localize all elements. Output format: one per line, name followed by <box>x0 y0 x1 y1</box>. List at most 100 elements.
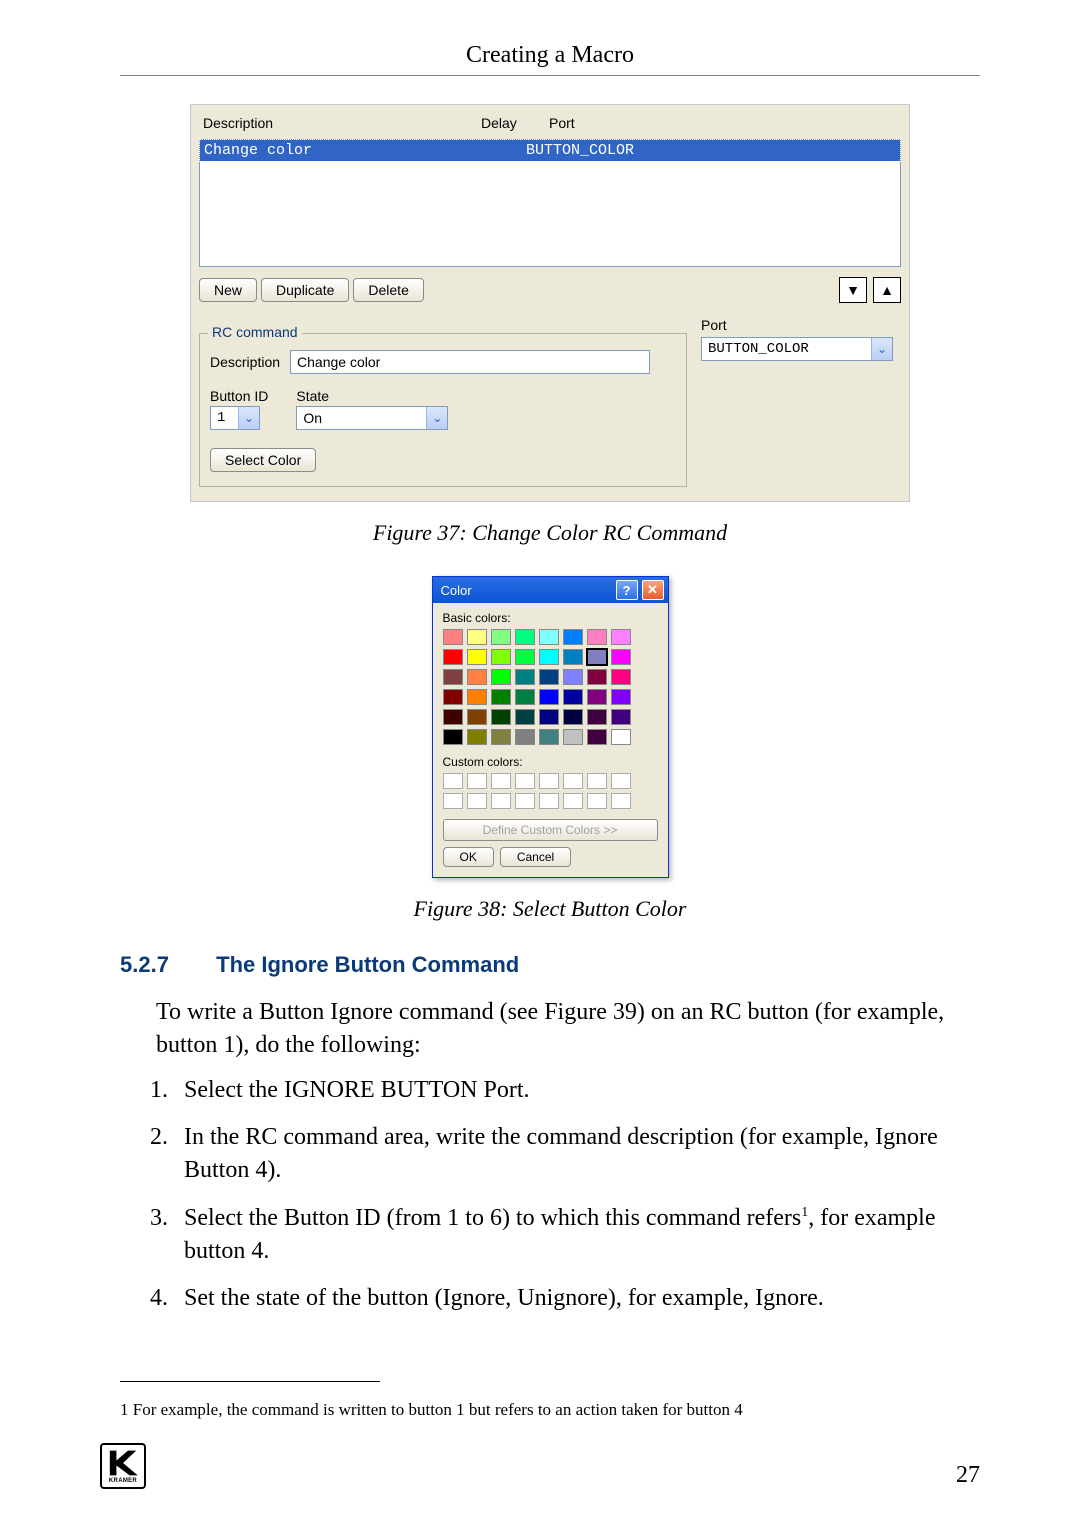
custom-color-slot[interactable] <box>491 793 511 809</box>
color-swatch[interactable] <box>515 629 535 645</box>
color-swatch[interactable] <box>467 629 487 645</box>
help-button[interactable]: ? <box>616 580 638 600</box>
color-swatch[interactable] <box>491 709 511 725</box>
color-swatch[interactable] <box>539 669 559 685</box>
state-value: On <box>297 407 426 429</box>
rc-command-group: RC command Description Button ID 1 ⌄ St <box>199 333 687 487</box>
custom-color-slot[interactable] <box>587 793 607 809</box>
chevron-down-icon[interactable]: ⌄ <box>426 407 447 429</box>
custom-color-slot[interactable] <box>563 793 583 809</box>
color-swatch[interactable] <box>443 669 463 685</box>
color-swatch[interactable] <box>491 649 511 665</box>
color-swatch[interactable] <box>587 689 607 705</box>
figure37-caption: Figure 37: Change Color RC Command <box>120 520 980 546</box>
color-swatch[interactable] <box>563 629 583 645</box>
custom-color-slot[interactable] <box>563 773 583 789</box>
color-swatch[interactable] <box>587 669 607 685</box>
color-swatch[interactable] <box>515 649 535 665</box>
section-title: The Ignore Button Command <box>216 952 519 977</box>
kramer-logo: KRAMER <box>100 1443 146 1489</box>
custom-color-slot[interactable] <box>467 773 487 789</box>
logo-brand: KRAMER <box>109 1478 137 1484</box>
color-swatch[interactable] <box>515 729 535 745</box>
custom-color-slot[interactable] <box>467 793 487 809</box>
new-button[interactable]: New <box>199 278 257 302</box>
color-swatch[interactable] <box>611 629 631 645</box>
move-up-button[interactable]: ▲ <box>873 277 901 303</box>
button-id-label: Button ID <box>210 388 268 404</box>
color-swatch[interactable] <box>491 729 511 745</box>
list-row-selected[interactable]: Change color BUTTON_COLOR <box>200 140 900 161</box>
color-swatch[interactable] <box>587 709 607 725</box>
custom-color-slot[interactable] <box>491 773 511 789</box>
color-swatch[interactable] <box>515 669 535 685</box>
color-swatch[interactable] <box>443 709 463 725</box>
port-dropdown[interactable]: BUTTON_COLOR ⌄ <box>701 337 893 361</box>
color-swatch[interactable] <box>539 709 559 725</box>
state-label: State <box>296 388 448 404</box>
delete-button[interactable]: Delete <box>353 278 423 302</box>
ok-button[interactable]: OK <box>443 847 494 867</box>
step3-text: Select the Button ID (from 1 to 6) to wh… <box>184 1205 801 1231</box>
step-item: In the RC command area, write the comman… <box>174 1121 980 1187</box>
custom-color-slot[interactable] <box>587 773 607 789</box>
color-swatch[interactable] <box>611 729 631 745</box>
color-swatch[interactable] <box>443 629 463 645</box>
description-input[interactable] <box>290 350 650 374</box>
cancel-button[interactable]: Cancel <box>500 847 571 867</box>
custom-color-slot[interactable] <box>539 773 559 789</box>
color-swatch[interactable] <box>611 709 631 725</box>
color-swatch[interactable] <box>539 729 559 745</box>
custom-color-slot[interactable] <box>611 793 631 809</box>
color-swatch[interactable] <box>491 669 511 685</box>
color-swatch[interactable] <box>467 709 487 725</box>
chevron-down-icon[interactable]: ⌄ <box>871 338 892 360</box>
custom-color-slot[interactable] <box>443 793 463 809</box>
custom-color-slot[interactable] <box>443 773 463 789</box>
page-number: 27 <box>956 1462 980 1489</box>
color-swatch[interactable] <box>443 729 463 745</box>
color-swatch[interactable] <box>563 689 583 705</box>
custom-colors-grid <box>443 773 658 809</box>
color-swatch[interactable] <box>467 729 487 745</box>
color-swatch[interactable] <box>611 689 631 705</box>
state-dropdown[interactable]: On ⌄ <box>296 406 448 430</box>
basic-colors-label: Basic colors: <box>443 611 658 625</box>
custom-color-slot[interactable] <box>539 793 559 809</box>
color-swatch[interactable] <box>611 649 631 665</box>
color-swatch[interactable] <box>563 709 583 725</box>
color-swatch[interactable] <box>587 649 607 665</box>
color-swatch[interactable] <box>611 669 631 685</box>
color-swatch[interactable] <box>467 689 487 705</box>
close-button[interactable]: ✕ <box>642 580 664 600</box>
color-swatch[interactable] <box>515 689 535 705</box>
button-id-dropdown[interactable]: 1 ⌄ <box>210 406 260 430</box>
color-swatch[interactable] <box>587 629 607 645</box>
duplicate-button[interactable]: Duplicate <box>261 278 349 302</box>
color-swatch[interactable] <box>491 689 511 705</box>
color-swatch[interactable] <box>539 649 559 665</box>
custom-color-slot[interactable] <box>611 773 631 789</box>
commands-listview[interactable]: Change color BUTTON_COLOR <box>199 139 901 267</box>
color-swatch[interactable] <box>563 649 583 665</box>
basic-colors-grid <box>443 629 658 745</box>
color-swatch[interactable] <box>515 709 535 725</box>
move-down-button[interactable]: ▼ <box>839 277 867 303</box>
color-swatch[interactable] <box>443 649 463 665</box>
col-delay: Delay <box>477 111 545 135</box>
color-swatch[interactable] <box>467 669 487 685</box>
select-color-button[interactable]: Select Color <box>210 448 316 472</box>
color-swatch[interactable] <box>443 689 463 705</box>
custom-color-slot[interactable] <box>515 773 535 789</box>
color-swatch[interactable] <box>491 629 511 645</box>
color-swatch[interactable] <box>539 689 559 705</box>
step-item: Select the IGNORE BUTTON Port. <box>174 1074 980 1107</box>
chevron-down-icon[interactable]: ⌄ <box>238 407 259 429</box>
page-footer: KRAMER 27 <box>100 1443 980 1489</box>
color-swatch[interactable] <box>587 729 607 745</box>
color-swatch[interactable] <box>539 629 559 645</box>
color-swatch[interactable] <box>467 649 487 665</box>
color-swatch[interactable] <box>563 729 583 745</box>
color-swatch[interactable] <box>563 669 583 685</box>
custom-color-slot[interactable] <box>515 793 535 809</box>
